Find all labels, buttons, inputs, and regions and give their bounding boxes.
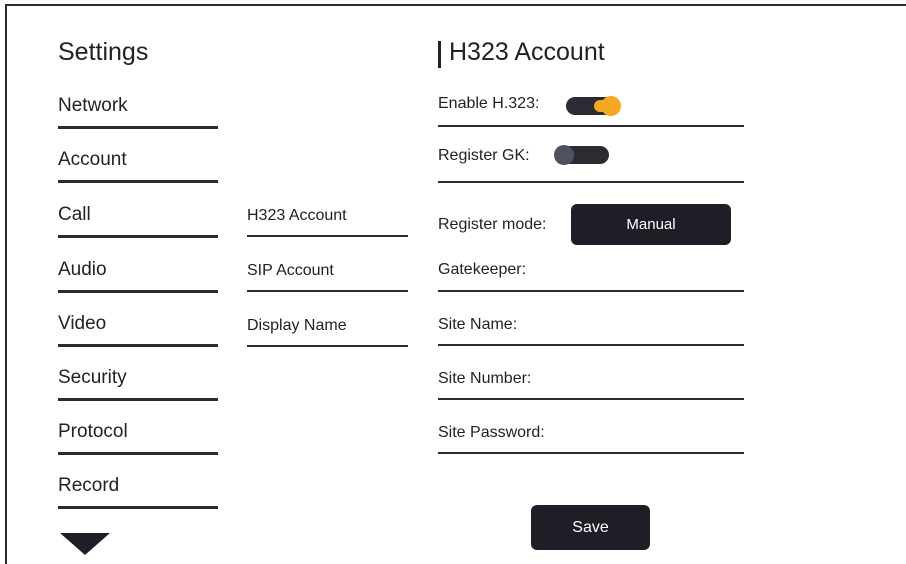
- divider: [247, 345, 408, 347]
- gatekeeper-field[interactable]: [438, 290, 744, 292]
- site-name-field[interactable]: [438, 344, 744, 346]
- sidebar-item-record[interactable]: Record: [58, 475, 218, 509]
- divider: [247, 235, 408, 237]
- sidebar-item-protocol[interactable]: Protocol: [58, 421, 218, 455]
- sidebar-item-video[interactable]: Video: [58, 313, 218, 347]
- divider: [58, 506, 218, 509]
- divider: [58, 344, 218, 347]
- submenu-item-label: H323 Account: [247, 207, 347, 224]
- enable-h323-label: Enable H.323:: [438, 95, 540, 112]
- submenu-item-sip-account[interactable]: SIP Account: [247, 262, 408, 292]
- sidebar-item-label: Call: [58, 204, 91, 225]
- sidebar-item-network[interactable]: Network: [58, 95, 218, 129]
- page-title: H323 Account: [449, 38, 605, 66]
- save-button[interactable]: Save: [531, 505, 650, 550]
- site-name-label: Site Name:: [438, 316, 518, 333]
- divider: [58, 452, 218, 455]
- register-mode-select[interactable]: Manual: [571, 204, 731, 245]
- settings-title: Settings: [58, 38, 149, 66]
- divider: [247, 290, 408, 292]
- register-mode-label: Register mode:: [438, 216, 547, 233]
- sidebar-item-account[interactable]: Account: [58, 149, 218, 183]
- submenu-item-label: Display Name: [247, 317, 347, 334]
- site-number-label: Site Number:: [438, 370, 532, 387]
- sidebar-item-label: Network: [58, 95, 128, 116]
- sidebar-item-label: Video: [58, 313, 107, 334]
- enable-h323-toggle[interactable]: [566, 96, 621, 116]
- sidebar-item-call[interactable]: Call: [58, 204, 218, 238]
- divider: [438, 181, 744, 183]
- submenu-item-display-name[interactable]: Display Name: [247, 317, 408, 347]
- divider: [58, 398, 218, 401]
- divider: [58, 180, 218, 183]
- divider: [438, 125, 744, 127]
- sidebar-item-label: Security: [58, 367, 127, 388]
- sidebar-item-label: Account: [58, 149, 127, 170]
- register-gk-toggle[interactable]: [554, 145, 609, 165]
- sidebar-item-label: Audio: [58, 259, 107, 280]
- divider: [58, 126, 218, 129]
- divider: [58, 235, 218, 238]
- sidebar-item-label: Protocol: [58, 421, 128, 442]
- site-password-label: Site Password:: [438, 424, 545, 441]
- toggle-knob: [554, 145, 574, 165]
- sidebar-item-audio[interactable]: Audio: [58, 259, 218, 293]
- divider: [58, 290, 218, 293]
- toggle-knob: [601, 96, 621, 116]
- submenu-item-label: SIP Account: [247, 262, 334, 279]
- sidebar-item-security[interactable]: Security: [58, 367, 218, 401]
- register-gk-label: Register GK:: [438, 147, 530, 164]
- site-password-field[interactable]: [438, 452, 744, 454]
- triangle-down-icon[interactable]: [60, 533, 110, 555]
- submenu-item-h323-account[interactable]: H323 Account: [247, 207, 408, 237]
- sidebar-item-label: Record: [58, 475, 120, 496]
- site-number-field[interactable]: [438, 398, 744, 400]
- title-accent-bar: [438, 41, 441, 68]
- gatekeeper-label: Gatekeeper:: [438, 261, 527, 278]
- settings-window: Settings Network Account Call Audio Vide…: [5, 4, 906, 564]
